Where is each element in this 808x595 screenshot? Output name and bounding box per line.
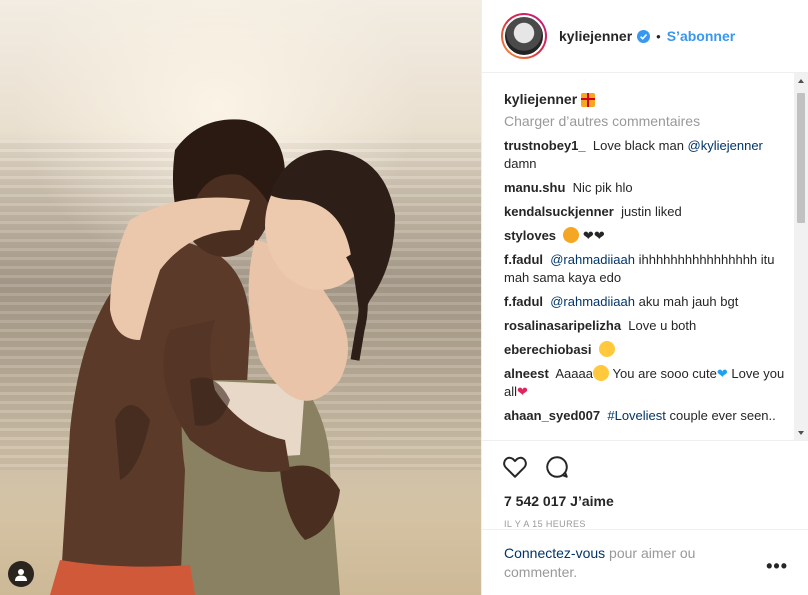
blue-heart-icon: ❤ (716, 366, 728, 381)
comment-text: aku mah jauh bgt (634, 294, 739, 309)
comment-item: styloves ❤❤ (504, 227, 786, 245)
comment-mention[interactable]: @kyliejenner (688, 138, 763, 153)
couple-illustration (50, 119, 395, 595)
comment-username[interactable]: ahaan_syed007 (504, 408, 600, 423)
kiss-emoji-icon (598, 341, 615, 357)
header-username[interactable]: kyliejenner (559, 28, 632, 44)
comment-text: You are sooo cute (612, 366, 717, 381)
post-header: kyliejenner • S’abonner (482, 0, 808, 73)
comment-item: trustnobey1_ Love black man @kyliejenner… (504, 137, 786, 173)
scroll-up-icon[interactable] (798, 79, 804, 83)
comment-username[interactable]: kendalsuckjenner (504, 204, 614, 219)
comment-item: rosalinasaripelizha Love u both (504, 317, 786, 335)
avatar[interactable] (503, 15, 545, 57)
action-bar (482, 441, 808, 481)
load-more-comments-link[interactable]: Charger d’autres commentaires (504, 113, 786, 129)
scroll-down-icon[interactable] (798, 431, 804, 435)
comment-username[interactable]: f.fadul (504, 294, 543, 309)
black-heart-icon: ❤ (582, 228, 594, 243)
comment-username[interactable]: manu.shu (504, 180, 565, 195)
heart-icon[interactable] (502, 454, 528, 480)
comments-scrollbar[interactable] (794, 73, 808, 440)
more-options-icon[interactable]: ••• (766, 556, 788, 577)
cat-emoji-icon (563, 227, 580, 243)
follow-button[interactable]: S’abonner (667, 28, 735, 44)
verified-badge-icon (637, 29, 651, 43)
comment-text: Aaaaa (555, 366, 593, 381)
post-timestamp[interactable]: IL Y A 15 HEURES (482, 509, 808, 529)
comment-mention[interactable]: @rahmadiiaah (550, 294, 635, 309)
user-tag-icon (15, 568, 27, 581)
login-prompt: Connectez-vous pour aimer ou commenter. (482, 529, 808, 595)
comment-text: ihhhhhhhhhhhhhhhh itu mah sama kaya edo (504, 252, 775, 285)
gift-emoji-icon (581, 93, 596, 107)
heart-eyes-emoji-icon (592, 365, 609, 381)
comment-username[interactable]: f.fadul (504, 252, 543, 267)
comment-username[interactable]: trustnobey1_ (504, 138, 586, 153)
comment-item: kendalsuckjenner justin liked (504, 203, 786, 221)
comment-text: Love u both (628, 318, 697, 333)
comment-text: Nic pik hlo (572, 180, 633, 195)
comment-text: damn (504, 156, 537, 171)
comment-item: f.fadul @rahmadiiaah aku mah jauh bgt (504, 293, 786, 311)
post-photo[interactable] (0, 0, 481, 595)
login-link[interactable]: Connectez-vous (504, 545, 605, 561)
user-tag-button[interactable] (8, 561, 34, 587)
caption: kyliejenner (504, 91, 786, 107)
comment-item: f.fadul @rahmadiiaah ihhhhhhhhhhhhhhhh i… (504, 251, 786, 287)
comment-mention[interactable]: @rahmadiiaah (550, 252, 635, 267)
comment-text: Love black man (592, 138, 688, 153)
story-ring[interactable] (501, 13, 547, 59)
caption-username[interactable]: kyliejenner (504, 91, 577, 107)
comment-text: justin liked (621, 204, 682, 219)
comment-username[interactable]: styloves (504, 228, 556, 243)
scroll-thumb[interactable] (797, 93, 805, 223)
likes-count[interactable]: 7 542 017 J’aime (482, 481, 808, 509)
red-heart-icon: ❤ (517, 384, 528, 399)
comment-icon[interactable] (544, 454, 570, 480)
separator-dot: • (656, 28, 661, 44)
comment-item: alneest Aaaaa You are sooo cute❤ Love yo… (504, 365, 786, 401)
comment-username[interactable]: rosalinasaripelizha (504, 318, 621, 333)
comment-hashtag[interactable]: #Loveliest (607, 408, 666, 423)
comment-item: ahaan_syed007 #Loveliest couple ever see… (504, 407, 786, 425)
side-panel: kyliejenner • S’abonner kyliejenner Char… (481, 0, 808, 595)
comment-item: eberechiobasi (504, 341, 786, 359)
instagram-post: kyliejenner • S’abonner kyliejenner Char… (0, 0, 808, 595)
comment-username[interactable]: alneest (504, 366, 549, 381)
black-heart-icon: ❤ (593, 228, 605, 243)
comments-list[interactable]: kyliejenner Charger d’autres commentaire… (482, 73, 808, 441)
comment-item: manu.shu Nic pik hlo (504, 179, 786, 197)
comment-username[interactable]: eberechiobasi (504, 342, 591, 357)
comment-text: couple ever seen.. (665, 408, 776, 423)
